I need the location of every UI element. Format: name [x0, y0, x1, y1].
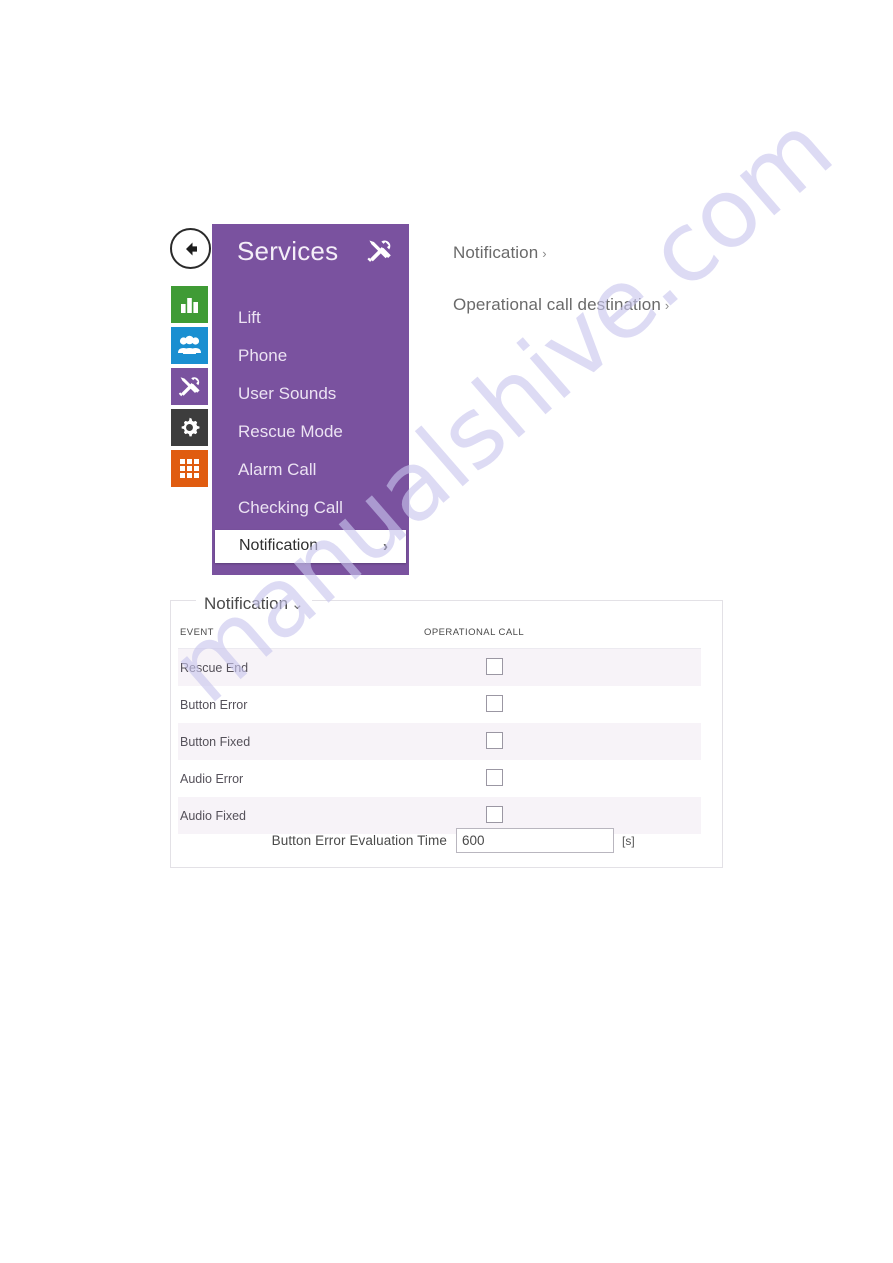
tools-icon — [367, 239, 391, 262]
menu-item-phone[interactable]: Phone — [212, 340, 409, 372]
checkbox-operational-call-rescue-end[interactable] — [485, 657, 503, 675]
screenshot-canvas: Services Lift Phone User Sounds Rescue M… — [0, 0, 893, 1263]
rail-item-statistics[interactable] — [171, 286, 208, 323]
rail-item-apps[interactable] — [171, 450, 208, 487]
chevron-right-icon: › — [383, 537, 388, 555]
side-link-notification-label: Notification — [453, 243, 539, 262]
rail-item-system[interactable] — [171, 409, 208, 446]
evaluation-time-row: Button Error Evaluation Time [s] — [178, 828, 701, 853]
event-table-body: Rescue End Button Error Button Fixed Aud… — [178, 648, 701, 834]
evaluation-time-input[interactable] — [456, 828, 614, 853]
gear-icon — [181, 417, 200, 437]
back-arrow-icon — [185, 242, 197, 255]
chevron-down-icon: ⌄ — [291, 596, 304, 613]
table-row: Rescue End — [178, 648, 701, 686]
rail-item-services[interactable] — [171, 368, 208, 405]
cell-operational-call — [423, 648, 701, 686]
checkbox-operational-call-audio-error[interactable] — [485, 768, 503, 786]
back-button[interactable] — [170, 228, 211, 269]
menu-item-checking-call[interactable]: Checking Call — [212, 492, 409, 524]
panel-title-label: Notification — [204, 594, 289, 613]
cell-operational-call — [423, 723, 701, 760]
cell-operational-call — [423, 760, 701, 797]
menu-item-lift[interactable]: Lift — [212, 302, 409, 334]
side-link-operational-call-destination[interactable]: Operational call destination › — [453, 295, 773, 315]
menu-item-user-sounds[interactable]: User Sounds — [212, 378, 409, 410]
grid-icon — [180, 459, 199, 478]
cell-operational-call — [423, 686, 701, 723]
column-header-operational-call: OPERATIONAL CALL — [423, 627, 701, 649]
event-name-button-fixed: Button Fixed — [178, 723, 424, 760]
column-header-event: EVENT — [178, 627, 424, 649]
table-row: Button Error — [178, 686, 701, 723]
event-name-rescue-end: Rescue End — [178, 648, 424, 686]
tools-icon — [178, 376, 200, 396]
event-name-button-error: Button Error — [178, 686, 424, 723]
chevron-right-icon: › — [542, 246, 547, 261]
evaluation-time-unit: [s] — [622, 833, 635, 848]
table-row: Button Fixed — [178, 723, 701, 760]
event-table-head: EVENT OPERATIONAL CALL — [178, 627, 701, 649]
chevron-right-icon: › — [664, 298, 670, 313]
checkbox-operational-call-button-fixed[interactable] — [485, 731, 503, 749]
table-header-row: EVENT OPERATIONAL CALL — [178, 627, 701, 649]
rail-item-directory[interactable] — [171, 327, 208, 364]
bar-chart-icon — [181, 298, 198, 313]
event-name-audio-error: Audio Error — [178, 760, 424, 797]
side-links: Notification › Operational call destinati… — [453, 243, 773, 347]
checkbox-operational-call-button-error[interactable] — [485, 694, 503, 712]
services-title: Services — [237, 235, 339, 266]
menu-item-alarm-call[interactable]: Alarm Call — [212, 454, 409, 486]
menu-item-rescue-mode[interactable]: Rescue Mode — [212, 416, 409, 448]
side-link-operational-call-destination-label: Operational call destination — [453, 295, 661, 314]
services-menu: Services Lift Phone User Sounds Rescue M… — [212, 224, 409, 575]
people-icon — [178, 335, 201, 354]
side-link-notification[interactable]: Notification › — [453, 243, 773, 263]
evaluation-time-label: Button Error Evaluation Time — [271, 833, 447, 848]
event-table: EVENT OPERATIONAL CALL Rescue End Button… — [178, 627, 701, 834]
checkbox-operational-call-audio-fixed[interactable] — [485, 805, 503, 823]
table-row: Audio Error — [178, 760, 701, 797]
menu-item-notification-label: Notification — [239, 537, 319, 554]
menu-item-notification[interactable]: Notification › — [215, 530, 406, 563]
panel-title[interactable]: Notification ⌄ — [196, 594, 312, 614]
services-menu-header: Services — [212, 224, 409, 278]
icon-rail — [171, 286, 208, 491]
